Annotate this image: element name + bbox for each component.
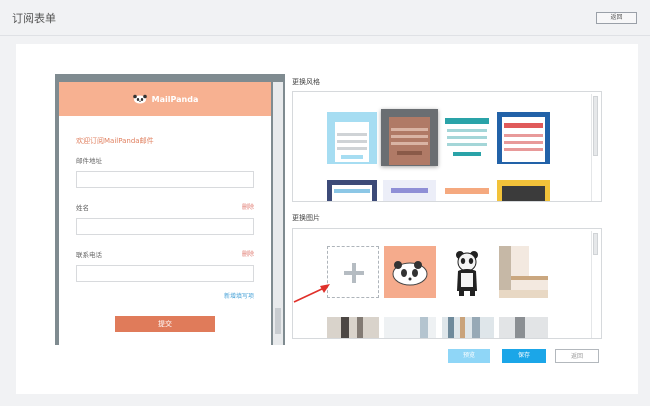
image-section-title: 更换图片	[292, 214, 320, 222]
field-label: 联系电话	[76, 251, 102, 259]
preview-header: MailPanda	[59, 82, 271, 116]
image-thumb-7[interactable]	[442, 317, 494, 338]
panda-logo-icon	[392, 261, 428, 286]
save-button[interactable]: 保存	[502, 349, 546, 363]
back-button[interactable]: 返回	[596, 12, 637, 24]
style-thumb-2-selected[interactable]	[381, 109, 438, 166]
panda-icon	[456, 251, 478, 296]
submit-button[interactable]: 提交	[115, 316, 215, 332]
field-label-row: 姓名 删除	[76, 202, 254, 212]
red-arrow-icon	[293, 284, 330, 303]
panda-logo-icon	[132, 94, 147, 104]
style-thumb-1[interactable]	[327, 112, 377, 164]
add-field-link[interactable]: 新增填写项	[76, 291, 254, 300]
style-thumb-3[interactable]	[443, 112, 491, 164]
scrollbar-thumb[interactable]	[593, 233, 598, 255]
style-thumb-5[interactable]	[327, 180, 377, 201]
scrollbar-thumb[interactable]	[275, 308, 281, 334]
style-thumb-4[interactable]	[497, 112, 550, 164]
image-thumb-panda-logo[interactable]	[384, 246, 436, 298]
style-thumb-6[interactable]	[383, 180, 436, 201]
style-thumb-8[interactable]	[497, 180, 550, 201]
scrollbar-thumb[interactable]	[593, 96, 598, 156]
style-thumb-7[interactable]	[443, 180, 491, 201]
image-panel	[292, 228, 602, 339]
top-bar: 订阅表单 返回	[0, 0, 650, 36]
phone-field[interactable]	[76, 265, 254, 282]
style-section-title: 更换风格	[292, 78, 320, 86]
image-thumb-room[interactable]	[499, 246, 548, 298]
image-thumb-5[interactable]	[327, 317, 379, 338]
style-panel-scrollbar[interactable]	[591, 94, 599, 201]
email-field[interactable]	[76, 171, 254, 188]
delete-field-link[interactable]: 删除	[242, 202, 254, 212]
welcome-text: 欢迎订阅MailPanda邮件	[76, 137, 154, 145]
delete-field-link[interactable]: 删除	[242, 249, 254, 259]
back-button-bottom[interactable]: 返回	[555, 349, 599, 363]
field-label-row: 邮件地址	[76, 155, 254, 165]
preview-form: 欢迎订阅MailPanda邮件 邮件地址 姓名 删除 联系电话 删除 新增填写项…	[59, 136, 271, 332]
style-panel	[292, 91, 602, 202]
brand-name: MailPanda	[151, 94, 199, 104]
image-thumb-6[interactable]	[384, 317, 436, 338]
name-field[interactable]	[76, 218, 254, 235]
image-thumb-8[interactable]	[499, 317, 548, 338]
phone-preview: MailPanda 欢迎订阅MailPanda邮件 邮件地址 姓名 删除 联系电…	[55, 74, 285, 345]
field-label: 姓名	[76, 204, 89, 212]
preview-scrollbar[interactable]	[273, 82, 283, 345]
field-label: 邮件地址	[76, 157, 102, 165]
page-title: 订阅表单	[12, 12, 56, 25]
image-panel-scrollbar[interactable]	[591, 231, 599, 338]
upload-image-button[interactable]	[327, 246, 379, 298]
preview-screen: MailPanda 欢迎订阅MailPanda邮件 邮件地址 姓名 删除 联系电…	[59, 82, 271, 345]
field-label-row: 联系电话 删除	[76, 249, 254, 259]
preview-button[interactable]: 预览	[448, 349, 490, 363]
image-thumb-panda[interactable]	[442, 246, 494, 298]
